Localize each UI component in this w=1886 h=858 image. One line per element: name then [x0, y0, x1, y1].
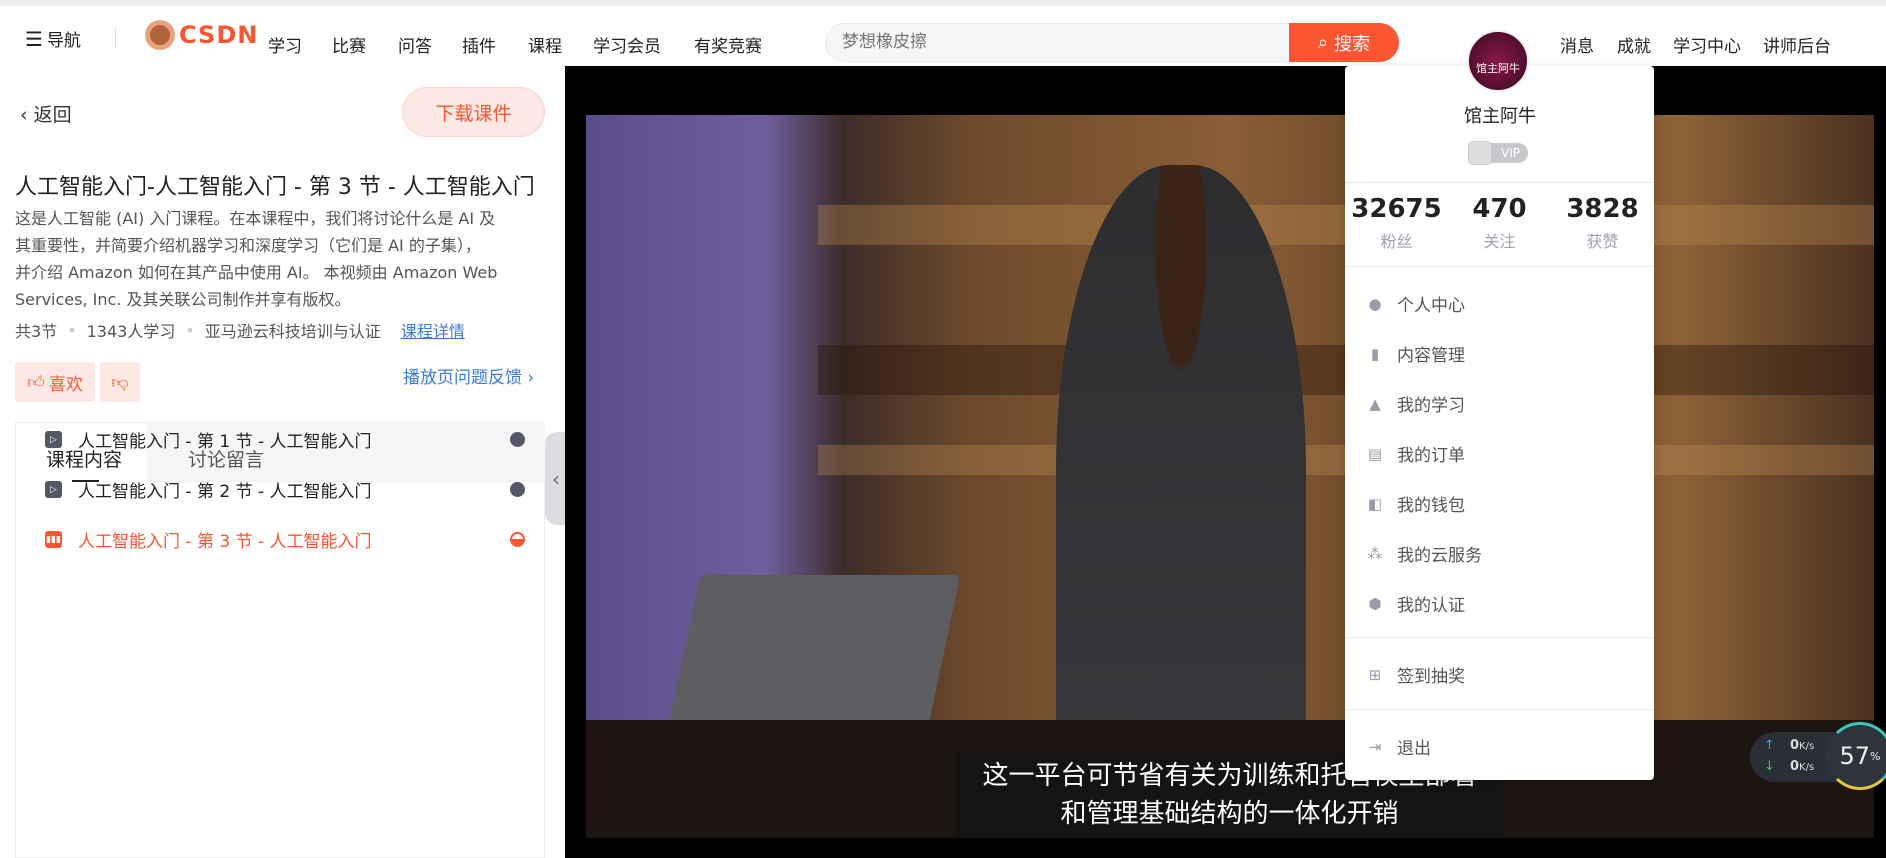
- monkey-logo-icon: [145, 20, 175, 50]
- search-icon: ⌕: [1317, 32, 1329, 53]
- menu-my-certification[interactable]: ⬢ 我的认证: [1367, 591, 1465, 617]
- cpu-unit: %: [1870, 749, 1881, 763]
- feedback-link[interactable]: 播放页问题反馈 ›: [403, 363, 534, 388]
- provider-name: 亚马逊云科技培训与认证: [204, 322, 381, 341]
- stat-likes[interactable]: 3828 获赞: [1551, 194, 1654, 252]
- nav-item-course[interactable]: 课程: [528, 32, 562, 57]
- back-button[interactable]: ‹ 返回: [20, 100, 72, 127]
- lesson-item-active[interactable]: ▮▮▮ 人工智能入门 - 第 3 节 - 人工智能入门: [45, 527, 525, 552]
- vip-badge: VIP: [1468, 141, 1528, 165]
- chevron-right-icon: ›: [522, 368, 535, 388]
- course-sidebar: ‹ 返回 下载课件 人工智能入门-人工智能入门 - 第 3 节 - 人工智能入门…: [0, 66, 567, 858]
- nav-instructor-backend[interactable]: 讲师后台: [1763, 32, 1831, 57]
- menu-personal-center[interactable]: ● 个人中心: [1367, 291, 1465, 317]
- description-line: 其重要性，并简要介绍机器学习和深度学习（它们是 AI 的子集），: [15, 236, 481, 255]
- gift-icon: ⊞: [1368, 665, 1382, 684]
- description-line: 并介绍 Amazon 如何在其产品中使用 AI。 本视频由 Amazon Web: [15, 263, 498, 282]
- search-button[interactable]: ⌕ 搜索: [1289, 23, 1399, 62]
- video-frame[interactable]: [586, 115, 1874, 838]
- thumbs-up-icon: 👍︎: [27, 372, 45, 393]
- description-line: 这是人工智能 (AI) 入门课程。在本课程中，我们将讨论什么是 AI 及: [15, 209, 496, 228]
- description-line: Services, Inc. 及其关联公司制作并享有版权。: [15, 290, 351, 309]
- stat-following[interactable]: 470 关注: [1448, 194, 1551, 252]
- divider: [115, 28, 116, 48]
- menu-my-cloud-services[interactable]: ⁂ 我的云服务: [1367, 541, 1483, 567]
- chevron-left-icon: ‹: [20, 104, 34, 126]
- menu-my-orders[interactable]: ▤ 我的订单: [1367, 441, 1465, 467]
- like-button[interactable]: 👍︎ 喜欢: [15, 362, 95, 402]
- menu-my-wallet[interactable]: ◧ 我的钱包: [1367, 491, 1465, 517]
- nav-learning-center[interactable]: 学习中心: [1673, 32, 1741, 57]
- menu-content-management[interactable]: ▮ 内容管理: [1367, 341, 1465, 367]
- download-speed: 0: [1790, 759, 1800, 774]
- section-count: 共3节: [15, 322, 58, 341]
- cloud-services-icon: ⁂: [1367, 544, 1383, 563]
- nav-item-plugin[interactable]: 插件: [462, 32, 496, 57]
- half-progress-icon: [510, 532, 525, 547]
- crown-icon: [1468, 141, 1492, 165]
- upload-speed: 0: [1790, 738, 1800, 753]
- order-icon: ▤: [1367, 444, 1383, 463]
- collapse-sidebar-handle[interactable]: ‹: [545, 432, 567, 525]
- chevron-left-icon: ‹: [552, 466, 560, 491]
- nav-item-study[interactable]: 学习: [268, 32, 302, 57]
- shield-v-icon: ⬢: [1368, 594, 1382, 613]
- download-unit: K/s: [1799, 762, 1815, 773]
- logout-icon: ⇥: [1368, 737, 1382, 756]
- menu-logout[interactable]: ⇥ 退出: [1367, 734, 1431, 760]
- dislike-button[interactable]: 👎︎: [100, 362, 140, 402]
- search-box: ⌕搜索: [825, 23, 1399, 62]
- lesson-item[interactable]: ▷ 人工智能入门 - 第 2 节 - 人工智能入门: [45, 477, 525, 502]
- play-icon: ▷: [45, 481, 62, 498]
- user-icon: ●: [1368, 294, 1382, 313]
- playing-bars-icon: ▮▮▮: [45, 531, 62, 548]
- nav-item-prize-contest[interactable]: 有奖竞赛: [694, 32, 762, 57]
- play-icon: ▷: [45, 431, 62, 448]
- completed-dot-icon: [510, 432, 525, 447]
- cpu-value: 57: [1839, 742, 1871, 770]
- subtitle-line: 和管理基础结构的一体化开销: [1060, 799, 1399, 829]
- nav-item-membership[interactable]: 学习会员: [593, 32, 661, 57]
- top-header: ☰ 导航 CSDN 学习 比赛 问答 插件 课程 学习会员 有奖竞赛 ⌕搜索 消…: [0, 0, 1886, 66]
- nav-item-qa[interactable]: 问答: [398, 32, 432, 57]
- user-menu-dropdown: 馆主阿牛 VIP 32675 粉丝 470 关注 3828 获赞 ● 个人中心 ▮ 内容管…: [1345, 66, 1654, 780]
- search-input[interactable]: [842, 32, 1282, 52]
- nav-menu-button[interactable]: ☰ 导航: [25, 26, 81, 52]
- stat-followers[interactable]: 32675 粉丝: [1345, 194, 1448, 252]
- hamburger-icon: ☰: [25, 26, 43, 51]
- download-arrow-icon: ↓: [1764, 759, 1775, 774]
- cpu-usage-gauge[interactable]: 57%: [1826, 722, 1886, 790]
- nav-item-contest[interactable]: 比赛: [332, 32, 366, 57]
- upload-arrow-icon: ↑: [1764, 738, 1775, 753]
- nav-achievements[interactable]: 成就: [1617, 32, 1651, 57]
- lesson-title: 人工智能入门-人工智能入门 - 第 3 节 - 人工智能入门: [15, 175, 535, 200]
- course-details-link[interactable]: 课程详情: [401, 318, 465, 342]
- course-meta: 共3节 • 1343人学习 • 亚马逊云科技培训与认证 课程详情: [15, 318, 465, 342]
- menu-my-learning[interactable]: ▲ 我的学习: [1367, 391, 1465, 417]
- document-icon: ▮: [1370, 344, 1380, 363]
- thumbs-down-icon: 👎︎: [111, 372, 129, 393]
- menu-sign-in-lottery[interactable]: ⊞ 签到抽奖: [1367, 662, 1465, 688]
- download-courseware-button[interactable]: 下载课件: [402, 87, 545, 137]
- csdn-logo[interactable]: CSDN: [145, 20, 258, 50]
- learner-count: 1343人学习: [86, 322, 176, 341]
- graduation-cap-icon: ▲: [1369, 394, 1381, 413]
- username: 馆主阿牛: [1464, 106, 1536, 127]
- nav-messages[interactable]: 消息: [1560, 32, 1594, 57]
- wallet-icon: ◧: [1367, 494, 1383, 513]
- course-description: 这是人工智能 (AI) 入门课程。在本课程中，我们将讨论什么是 AI 及 其重要…: [15, 205, 555, 313]
- completed-dot-icon: [510, 482, 525, 497]
- lesson-item[interactable]: ▷ 人工智能入门 - 第 1 节 - 人工智能入门: [45, 427, 525, 452]
- upload-unit: K/s: [1799, 741, 1815, 752]
- user-avatar[interactable]: 馆主阿牛: [1467, 30, 1529, 92]
